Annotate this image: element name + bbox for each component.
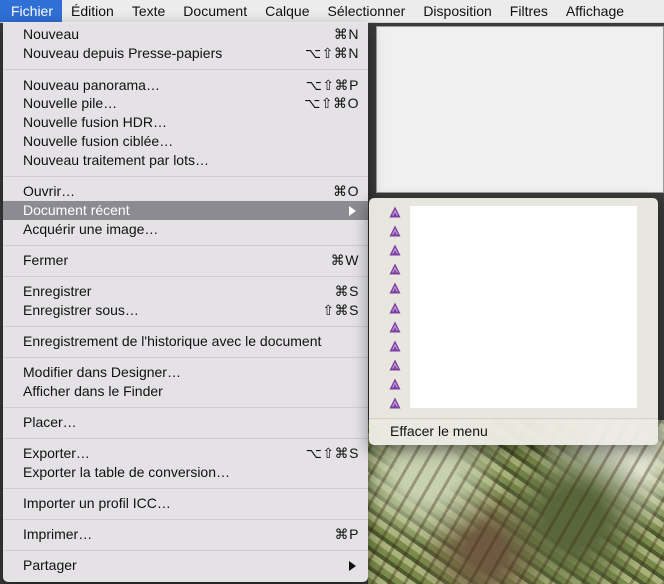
menu-item-enregistrer[interactable]: Enregistrer ⌘S xyxy=(3,282,368,301)
menu-separator xyxy=(3,550,368,551)
menu-item-shortcut: ⌘S xyxy=(334,283,359,299)
menu-separator xyxy=(3,357,368,358)
affinity-photo-icon xyxy=(389,225,401,237)
menu-item-label: Enregistrer xyxy=(23,283,92,299)
menu-item-label: Importer un profil ICC… xyxy=(23,495,171,511)
menu-item-ouvrir[interactable]: Ouvrir… ⌘O xyxy=(3,182,368,201)
menu-item-shortcut: ⌥⇧⌘O xyxy=(304,95,359,111)
menu-separator xyxy=(3,438,368,439)
menu-item-nouvelle-fusion-ciblee[interactable]: Nouvelle fusion ciblée… xyxy=(3,132,368,151)
menu-texte[interactable]: Texte xyxy=(123,0,174,22)
menu-item-shortcut: ⌘N xyxy=(333,26,359,42)
menu-item-label: Nouveau depuis Presse-papiers xyxy=(23,45,223,61)
menu-item-label: Document récent xyxy=(23,202,130,218)
menu-affichage[interactable]: Affichage xyxy=(557,0,633,22)
menu-item-label: Acquérir une image… xyxy=(23,221,159,237)
menu-item-afficher-finder[interactable]: Afficher dans le Finder xyxy=(3,382,368,401)
menu-item-label: Nouveau panorama… xyxy=(23,77,160,93)
menu-item-exporter-table-conversion[interactable]: Exporter la table de conversion… xyxy=(3,463,368,482)
menu-item-shortcut: ⇧⌘S xyxy=(322,302,359,318)
menu-item-shortcut: ⌥⇧⌘S xyxy=(305,445,359,461)
menu-separator xyxy=(3,326,368,327)
affinity-photo-icon xyxy=(389,206,401,218)
affinity-photo-icon xyxy=(389,282,401,294)
menu-item-document-recent[interactable]: Document récent xyxy=(3,201,368,220)
menu-separator xyxy=(3,245,368,246)
menu-item-shortcut: ⌥⇧⌘P xyxy=(305,77,359,93)
menu-bar: Fichier Édition Texte Document Calque Sé… xyxy=(0,0,664,23)
menu-item-label: Afficher dans le Finder xyxy=(23,383,163,399)
menu-item-importer-profil-icc[interactable]: Importer un profil ICC… xyxy=(3,494,368,513)
affinity-photo-icon xyxy=(389,244,401,256)
menu-item-shortcut: ⌘O xyxy=(333,183,359,199)
menu-selectionner[interactable]: Sélectionner xyxy=(318,0,414,22)
menu-item-enregistrement-historique[interactable]: Enregistrement de l'historique avec le d… xyxy=(3,332,368,351)
menu-item-label: Nouvelle fusion HDR… xyxy=(23,114,167,130)
menu-item-partager[interactable]: Partager xyxy=(3,556,368,575)
menu-item-nouveau-panorama[interactable]: Nouveau panorama… ⌥⇧⌘P xyxy=(3,76,368,95)
menu-item-exporter[interactable]: Exporter… ⌥⇧⌘S xyxy=(3,444,368,463)
menu-item-label: Exporter la table de conversion… xyxy=(23,464,230,480)
affinity-photo-icon xyxy=(389,378,401,390)
clear-menu-item[interactable]: Effacer le menu xyxy=(390,422,488,441)
menu-item-label: Partager xyxy=(23,557,77,573)
menu-item-label: Nouvelle pile… xyxy=(23,95,118,111)
menu-item-nouveau[interactable]: Nouveau ⌘N xyxy=(3,25,368,44)
menu-fichier[interactable]: Fichier xyxy=(0,0,63,22)
menu-separator xyxy=(3,519,368,520)
menu-item-label: Fermer xyxy=(23,252,69,268)
menu-item-nouvelle-pile[interactable]: Nouvelle pile… ⌥⇧⌘O xyxy=(3,94,368,113)
menu-item-imprimer[interactable]: Imprimer… ⌘P xyxy=(3,525,368,544)
affinity-photo-icon xyxy=(389,263,401,275)
menu-separator xyxy=(3,407,368,408)
menu-item-acquerir-image[interactable]: Acquérir une image… xyxy=(3,220,368,239)
menu-separator xyxy=(3,176,368,177)
affinity-photo-icon xyxy=(389,340,401,352)
menu-item-label: Ouvrir… xyxy=(23,183,76,199)
menu-item-modifier-designer[interactable]: Modifier dans Designer… xyxy=(3,363,368,382)
menu-item-placer[interactable]: Placer… xyxy=(3,413,368,432)
menu-item-shortcut: ⌘P xyxy=(334,526,359,542)
menu-item-label: Placer… xyxy=(23,414,77,430)
menu-separator xyxy=(369,418,658,419)
submenu-arrow-icon xyxy=(349,561,356,571)
menu-item-label: Imprimer… xyxy=(23,526,93,542)
menu-item-nouveau-presse-papiers[interactable]: Nouveau depuis Presse-papiers ⌥⇧⌘N xyxy=(3,44,368,63)
menu-disposition[interactable]: Disposition xyxy=(414,0,500,22)
menu-item-label: Nouvelle fusion ciblée… xyxy=(23,133,174,149)
affinity-photo-icon xyxy=(389,397,401,409)
redacted-file-names xyxy=(410,206,637,408)
menu-item-fermer[interactable]: Fermer ⌘W xyxy=(3,251,368,270)
menu-item-nouvelle-fusion-hdr[interactable]: Nouvelle fusion HDR… xyxy=(3,113,368,132)
fichier-dropdown-menu: Nouveau ⌘N Nouveau depuis Presse-papiers… xyxy=(3,22,368,582)
menu-item-label: Enregistrer sous… xyxy=(23,302,139,318)
menu-document[interactable]: Document xyxy=(174,0,256,22)
menu-item-label: Modifier dans Designer… xyxy=(23,364,181,380)
menu-calque[interactable]: Calque xyxy=(256,0,318,22)
submenu-arrow-icon xyxy=(349,206,356,216)
affinity-photo-icon xyxy=(389,321,401,333)
menu-separator xyxy=(3,488,368,489)
menu-edition[interactable]: Édition xyxy=(62,0,123,22)
menu-item-shortcut: ⌘W xyxy=(330,252,359,268)
menu-item-shortcut: ⌥⇧⌘N xyxy=(305,45,359,61)
canvas-preview-top xyxy=(376,26,664,193)
menu-item-label: Enregistrement de l'historique avec le d… xyxy=(23,333,322,349)
menu-separator xyxy=(3,276,368,277)
menu-item-label: Nouveau traitement par lots… xyxy=(23,152,209,168)
menu-item-label: Exporter… xyxy=(23,445,90,461)
menu-item-label: Nouveau xyxy=(23,26,80,42)
menu-filtres[interactable]: Filtres xyxy=(501,0,557,22)
menu-item-enregistrer-sous[interactable]: Enregistrer sous… ⇧⌘S xyxy=(3,301,368,320)
affinity-photo-icon xyxy=(389,359,401,371)
affinity-photo-icon xyxy=(389,302,401,313)
menu-separator xyxy=(3,69,368,70)
menu-item-nouveau-traitement-lots[interactable]: Nouveau traitement par lots… xyxy=(3,151,368,170)
